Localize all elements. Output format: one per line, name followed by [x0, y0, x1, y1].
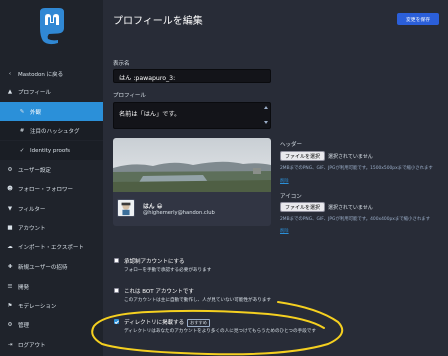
pencil-icon: ✎ — [19, 108, 25, 115]
sidebar-item-label: フィルター — [18, 206, 46, 213]
header-delete-link[interactable]: 削除 — [280, 178, 289, 184]
check-icon: ✓ — [19, 147, 25, 154]
sidebar-item-label: ユーザー設定 — [18, 167, 51, 174]
page-title: プロフィールを編集 — [113, 16, 203, 27]
sidebar-item-9[interactable]: ✚ 新規ユーザーの招待 — [0, 257, 103, 276]
sidebar-item-2[interactable]: # 注目のハッシュタグ — [0, 121, 103, 140]
sidebar-item-6[interactable]: ▼ フィルター — [0, 199, 103, 218]
bot-account-title: これは BOT アカウントです — [124, 289, 194, 295]
logout-icon: ⇥ — [7, 341, 13, 348]
header-image — [113, 138, 271, 192]
users-icon: ☻ — [7, 185, 13, 192]
preview-account-handle: @highemerly@handon.club — [143, 210, 215, 216]
cogs-icon: ⚙ — [7, 321, 13, 328]
sidebar-item-label: インポート・エクスポート — [18, 244, 84, 251]
gear-icon: ⚙ — [7, 166, 13, 173]
header-file-button[interactable]: ファイルを選択 — [280, 151, 326, 161]
sidebar-item-label: Identity proofs — [30, 147, 70, 154]
bio-text: 名前は「はん」です。 — [119, 111, 181, 118]
profile-preview-card: はん 😀 @highemerly@handon.club — [113, 138, 271, 226]
sidebar-item-label: 管理 — [18, 322, 30, 329]
user-icon: ▲ — [7, 88, 13, 95]
user-plus-icon: ✚ — [7, 263, 13, 270]
bio-scrollbar[interactable] — [264, 106, 268, 124]
sidebar-item-label: 新規ユーザーの招待 — [18, 264, 68, 271]
back-to-mastodon-link[interactable]: ‹ Mastodon に戻る — [0, 64, 103, 83]
avatar-file-status: 選択されていません — [328, 205, 373, 211]
sidebar-item-11[interactable]: ⚑ モデレーション — [0, 296, 103, 315]
directory-checkbox[interactable] — [114, 319, 119, 324]
display-name-input[interactable]: はん :pawapuro_3: — [113, 69, 271, 83]
preview-display-name: はん 😀 — [143, 201, 163, 210]
flag-icon: ⚑ — [7, 302, 13, 309]
avatar-hint: 2MBまでのPNG、GIF、JPGが利用可能です。400x400pxまで縮小され… — [280, 217, 431, 222]
locked-account-title: 承認制アカウントにする — [124, 259, 185, 265]
sidebar-item-13[interactable]: ⇥ ログアウト — [0, 335, 103, 354]
avatar-file-button[interactable]: ファイルを選択 — [280, 202, 326, 212]
sidebar-item-label: プロフィール — [18, 89, 51, 96]
directory-title: ディレクトリに掲載する おすすめ — [124, 318, 210, 327]
directory-title-text: ディレクトリに掲載する — [124, 320, 185, 326]
sidebar-item-12[interactable]: ⚙ 管理 — [0, 315, 103, 334]
cloud-icon: ☁ — [7, 243, 13, 250]
sidebar-item-label: ログアウト — [18, 342, 46, 349]
sidebar-item-label: 注目のハッシュタグ — [30, 128, 80, 135]
bot-account-desc: このアカウントは主に自動で動作し、人が見ていない可能性があります — [124, 298, 272, 303]
directory-desc: ディレクトリはあなたのアカウントをより多くの人に見つけてもらうためのひとつの手段… — [124, 329, 316, 334]
header-hint: 2MBまでのPNG、GIF、JPGが利用可能です。1500x500pxまで縮小さ… — [280, 166, 433, 171]
mastodon-logo[interactable] — [36, 6, 68, 46]
sidebar-item-5[interactable]: ☻ フォロー・フォロワー — [0, 179, 103, 198]
chevron-left-icon: ‹ — [8, 70, 12, 77]
sidebar-item-4[interactable]: ⚙ ユーザー設定 — [0, 160, 103, 179]
sidebar-item-7[interactable]: ■ アカウント — [0, 218, 103, 237]
lock-icon: ■ — [7, 224, 13, 231]
bio-label: プロフィール — [113, 93, 146, 99]
header-label: ヘッダー — [280, 142, 303, 148]
recommended-badge: おすすめ — [187, 318, 210, 327]
avatar-delete-link[interactable]: 削除 — [280, 228, 289, 234]
sidebar-item-label: アカウント — [18, 225, 46, 232]
sidebar-item-label: モデレーション — [18, 303, 57, 310]
sidebar-item-label: 外観 — [30, 109, 42, 116]
sidebar-item-label: 開発 — [18, 284, 30, 291]
sidebar-item-3[interactable]: ✓ Identity proofs — [0, 141, 103, 160]
list-icon: ☰ — [7, 283, 13, 290]
bio-textarea[interactable]: 名前は「はん」です。 — [113, 102, 271, 129]
bot-account-checkbox[interactable] — [114, 288, 119, 293]
header-file-status: 選択されていません — [328, 154, 373, 160]
display-name-label: 表示名 — [113, 61, 130, 67]
sidebar-item-1[interactable]: ✎ 外観 — [0, 102, 103, 121]
hashtag-icon: # — [19, 127, 25, 134]
filter-icon: ▼ — [7, 205, 13, 212]
sidebar: ‹ Mastodon に戻る ▲ プロフィール ✎ 外観 # 注目のハッシュタグ ✓ Identi… — [0, 0, 103, 356]
locked-account-checkbox[interactable] — [114, 258, 119, 263]
avatar — [117, 199, 135, 217]
sidebar-item-10[interactable]: ☰ 開発 — [0, 277, 103, 296]
locked-account-desc: フォローを手動で承認する必要があります — [124, 268, 212, 273]
sidebar-item-0[interactable]: ▲ プロフィール — [0, 82, 103, 101]
sidebar-item-label: フォロー・フォロワー — [18, 186, 74, 193]
save-button[interactable]: 変更を保存 — [397, 13, 439, 25]
avatar-label: アイコン — [280, 194, 302, 200]
sidebar-item-8[interactable]: ☁ インポート・エクスポート — [0, 237, 103, 256]
nav-label: Mastodon に戻る — [18, 71, 64, 78]
